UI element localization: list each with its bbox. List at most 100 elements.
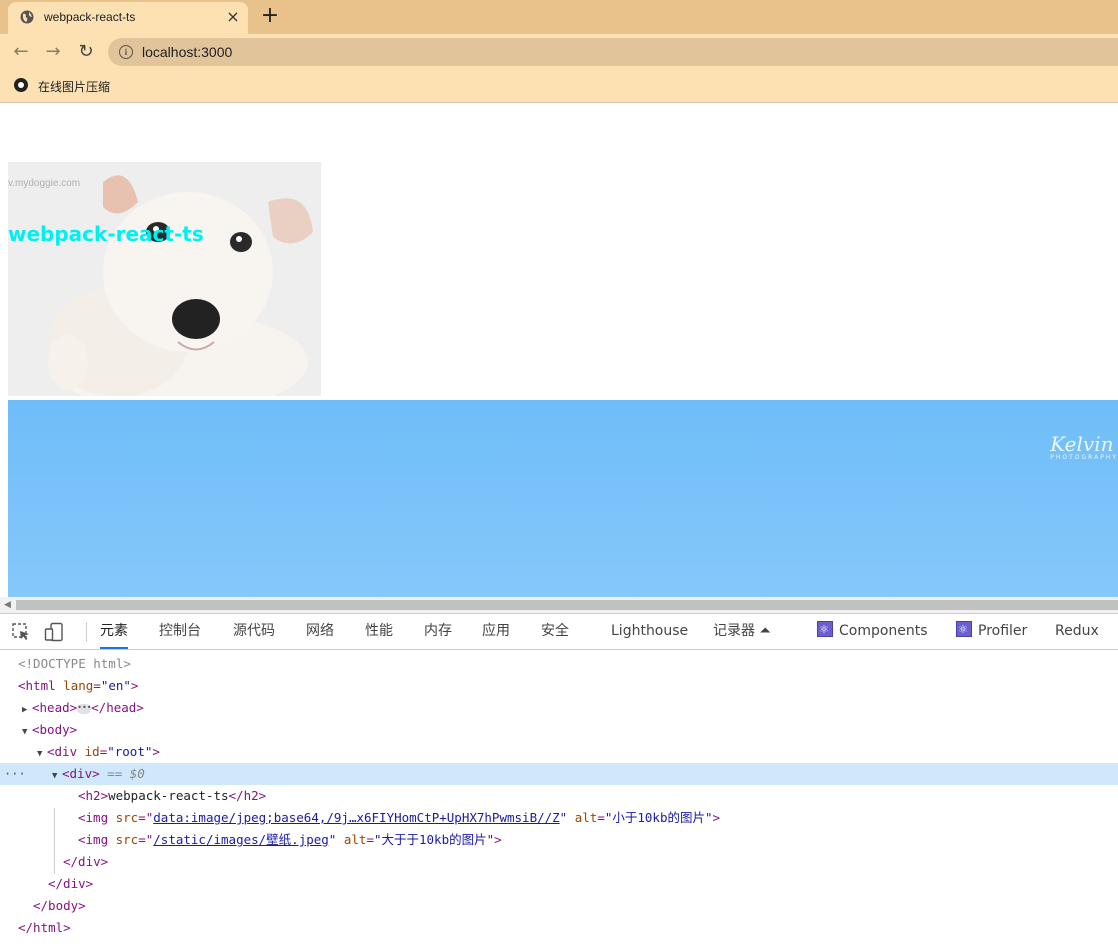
attr-value: "en" xyxy=(100,678,131,693)
react-icon xyxy=(817,612,833,647)
doctype-text: <!DOCTYPE html> xyxy=(18,656,131,671)
tab-network[interactable]: 网络 xyxy=(306,614,334,649)
indent-guide xyxy=(54,808,55,874)
devtools-panel: 元素 控制台 源代码 网络 性能 内存 应用 安全 Lighthouse 记录器… xyxy=(0,612,1118,952)
dom-node-body-close[interactable]: </body> xyxy=(0,895,1118,917)
dom-node-root[interactable]: ▼ <div id="root"> xyxy=(0,741,1118,763)
watermark-text: v.mydoggie.com xyxy=(8,178,80,189)
dom-node-img-small[interactable]: <img src="data:image/jpeg;base64,/9j…x6F… xyxy=(0,807,1118,829)
inspect-element-icon[interactable] xyxy=(11,622,31,642)
tab-sources[interactable]: 源代码 xyxy=(233,614,275,649)
bookmark-label: 在线图片压缩 xyxy=(38,80,111,94)
tab-recorder[interactable]: 记录器 ⏶ xyxy=(713,614,771,649)
expand-triangle-icon[interactable]: ▶ xyxy=(22,699,32,721)
tag-name: </div> xyxy=(63,854,109,869)
attr-value: "root" xyxy=(107,744,153,759)
src-link[interactable]: data:image/jpeg;base64,/9j…x6FIYHomCtP+U… xyxy=(153,810,559,825)
collapsed-dots-icon[interactable]: ••• xyxy=(77,703,92,714)
collapse-triangle-icon[interactable]: ▼ xyxy=(52,765,62,787)
tab-application[interactable]: 应用 xyxy=(482,614,510,649)
devtools-tab-bar: 元素 控制台 源代码 网络 性能 内存 应用 安全 Lighthouse 记录器… xyxy=(0,612,1118,650)
tag-name: </div> xyxy=(48,876,94,891)
info-icon[interactable]: i xyxy=(119,45,133,59)
tab-components[interactable]: Components xyxy=(817,612,928,649)
selected-marker: == $0 xyxy=(99,766,145,781)
large-image: Kelvin PHOTOGRAPHY xyxy=(8,400,1118,597)
photo-signature: Kelvin PHOTOGRAPHY xyxy=(1050,432,1118,461)
globe-icon xyxy=(20,10,34,24)
address-url[interactable]: localhost:3000 xyxy=(142,44,232,60)
dom-node-selected[interactable]: ··· ▼ <div> == $0 xyxy=(0,763,1118,785)
tab-strip: webpack-react-ts × + xyxy=(0,0,1118,34)
tab-security[interactable]: 安全 xyxy=(541,614,569,649)
attr-name: src xyxy=(108,832,139,847)
forward-button[interactable]: → xyxy=(41,40,65,64)
close-tab-icon[interactable]: × xyxy=(224,8,242,26)
attr-equals: =" xyxy=(138,810,154,825)
collapse-triangle-icon[interactable]: ▼ xyxy=(22,721,32,743)
scroll-left-icon[interactable]: ◀ xyxy=(4,600,11,610)
attr-name: id xyxy=(77,744,100,759)
scrollbar-thumb[interactable] xyxy=(16,600,1118,610)
browser-tab[interactable]: webpack-react-ts × xyxy=(8,2,248,34)
tab-profiler-label: Profiler xyxy=(978,623,1028,639)
more-options-icon[interactable]: ··· xyxy=(4,763,26,785)
attr-equals: =" xyxy=(138,832,154,847)
attr-value: "小于10kb的图片" xyxy=(604,810,713,825)
dom-node-html-close[interactable]: </html> xyxy=(0,917,1118,939)
device-toolbar-icon[interactable] xyxy=(44,622,64,642)
attr-name: src xyxy=(108,810,139,825)
dom-node-h2[interactable]: <h2>webpack-react-ts</h2> xyxy=(0,785,1118,807)
tab-elements[interactable]: 元素 xyxy=(100,614,128,649)
back-button[interactable]: ← xyxy=(9,40,33,64)
dom-tree: <!DOCTYPE html> <html lang="en"> ▶ <head>… xyxy=(0,650,1118,952)
reload-button[interactable]: ↻ xyxy=(74,40,98,64)
attr-name: alt xyxy=(567,810,598,825)
dom-node-img-large[interactable]: <img src="/static/images/壁纸.jpeg" alt="大… xyxy=(0,829,1118,851)
tag-close: > xyxy=(130,678,139,693)
attr-name: alt xyxy=(336,832,367,847)
browser-toolbar: ← → ↻ i localhost:3000 xyxy=(0,34,1118,70)
tag-name: <head> xyxy=(32,700,78,715)
toolbar-divider xyxy=(86,622,87,642)
tag-name: <h2> xyxy=(78,788,109,803)
tab-redux[interactable]: Redux xyxy=(1055,614,1099,649)
page-heading: webpack-react-ts xyxy=(8,222,204,246)
tag-name: <img xyxy=(78,810,109,825)
text-node: webpack-react-ts xyxy=(108,788,229,803)
dom-node-html[interactable]: <html lang="en"> xyxy=(0,675,1118,697)
tag-name: </head> xyxy=(91,700,144,715)
tag-close: > xyxy=(712,810,721,825)
horizontal-scrollbar[interactable]: ◀ xyxy=(0,597,1118,613)
dom-node-root-close[interactable]: </div> xyxy=(0,873,1118,895)
tag-name: </body> xyxy=(33,898,86,913)
tab-console[interactable]: 控制台 xyxy=(159,614,201,649)
collapse-triangle-icon[interactable]: ▼ xyxy=(37,743,47,765)
page-viewport: v.mydoggie.com webpack-react-ts Kelvin P… xyxy=(0,103,1118,597)
tag-close: > xyxy=(152,744,160,759)
tag-close: > xyxy=(494,832,502,847)
dom-node-head[interactable]: ▶ <head>•••</head> xyxy=(0,697,1118,719)
tab-profiler[interactable]: Profiler xyxy=(956,612,1028,649)
address-bar[interactable]: i localhost:3000 xyxy=(108,38,1118,66)
tag-name: <html xyxy=(18,678,56,693)
signature-text: Kelvin xyxy=(1050,432,1114,456)
new-tab-button[interactable]: + xyxy=(258,5,282,29)
tag-name: <body> xyxy=(32,722,78,737)
tag-name: <div xyxy=(47,744,78,759)
attr-value: "大于于10kb的图片" xyxy=(373,832,495,847)
tab-title: webpack-react-ts xyxy=(44,10,136,24)
src-link[interactable]: /static/images/壁纸.jpeg xyxy=(153,832,329,847)
dom-node-doctype[interactable]: <!DOCTYPE html> xyxy=(0,653,1118,675)
tag-name: </html> xyxy=(18,920,71,935)
attr-name: lang xyxy=(55,678,94,693)
tab-components-label: Components xyxy=(839,623,928,639)
tab-performance[interactable]: 性能 xyxy=(365,614,393,649)
tab-memory[interactable]: 内存 xyxy=(424,614,452,649)
tab-lighthouse[interactable]: Lighthouse xyxy=(611,614,688,649)
dom-node-body[interactable]: ▼ <body> xyxy=(0,719,1118,741)
puppy-illustration: v.mydoggie.com xyxy=(8,162,321,396)
small-image: v.mydoggie.com xyxy=(8,162,321,396)
signature-subtext: PHOTOGRAPHY xyxy=(1050,454,1118,461)
dom-node-div-close[interactable]: </div> xyxy=(0,851,1118,873)
